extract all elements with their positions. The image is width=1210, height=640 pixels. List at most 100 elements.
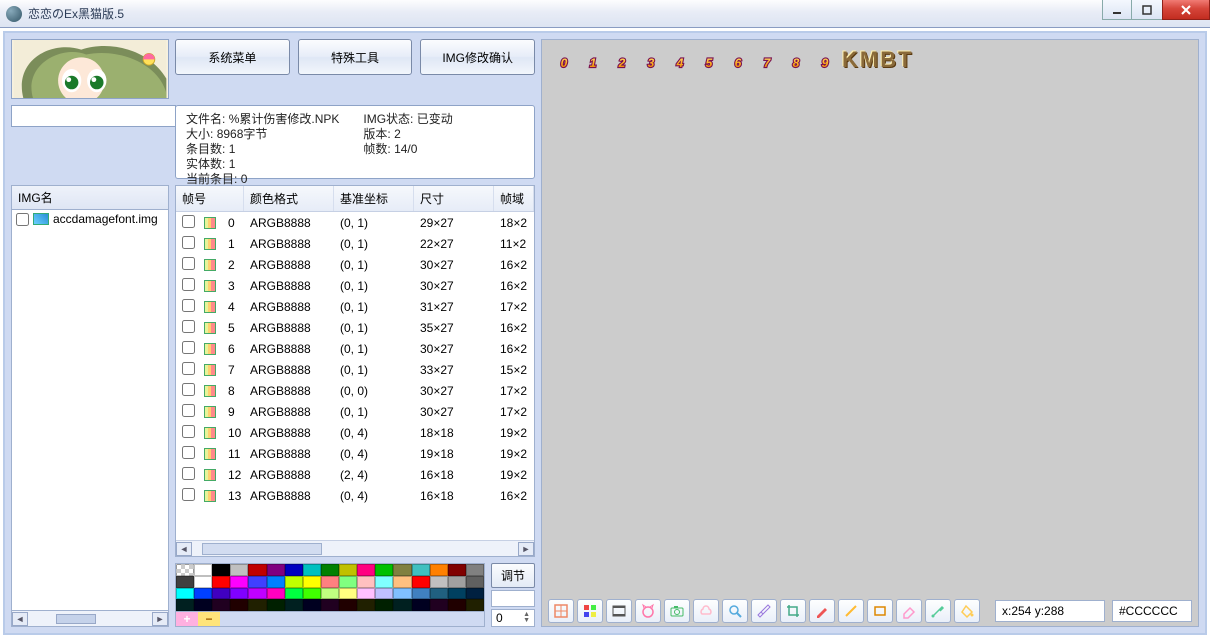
th-idx[interactable]: 帧号 bbox=[176, 186, 244, 211]
palette-swatch[interactable] bbox=[339, 599, 357, 611]
palette-swatch[interactable] bbox=[303, 599, 321, 611]
palette-swatch[interactable] bbox=[194, 599, 212, 611]
tool-bucket[interactable] bbox=[954, 599, 980, 623]
palette-swatch[interactable] bbox=[430, 564, 448, 576]
tool-pencil[interactable] bbox=[809, 599, 835, 623]
scroll-left-icon[interactable]: ◄ bbox=[12, 612, 28, 626]
palette-swatch[interactable] bbox=[448, 599, 466, 611]
tool-eraser[interactable] bbox=[896, 599, 922, 623]
find-input[interactable] bbox=[11, 105, 176, 127]
frame-row[interactable]: 0ARGB8888(0, 1)29×2718×2 bbox=[176, 212, 534, 233]
frame-row[interactable]: 4ARGB8888(0, 1)31×2717×2 bbox=[176, 296, 534, 317]
palette-swatch[interactable] bbox=[339, 564, 357, 576]
palette-swatch[interactable] bbox=[357, 564, 375, 576]
palette-swatch[interactable] bbox=[176, 599, 194, 611]
tool-line[interactable] bbox=[838, 599, 864, 623]
frame-row-checkbox[interactable] bbox=[182, 278, 195, 291]
frame-row[interactable]: 5ARGB8888(0, 1)35×2716×2 bbox=[176, 317, 534, 338]
frame-row[interactable]: 11ARGB8888(0, 4)19×1819×2 bbox=[176, 443, 534, 464]
th-fr[interactable]: 帧域 bbox=[494, 186, 534, 211]
window-minimize-button[interactable] bbox=[1102, 0, 1132, 20]
palette-swatch[interactable] bbox=[303, 588, 321, 600]
frame-row[interactable]: 13ARGB8888(0, 4)16×1816×2 bbox=[176, 485, 534, 506]
palette-spinner[interactable]: 0 ▲▼ bbox=[491, 609, 535, 627]
palette-swatch[interactable] bbox=[357, 576, 375, 588]
palette-swatch[interactable] bbox=[194, 588, 212, 600]
palette-swatch[interactable] bbox=[393, 588, 411, 600]
th-fmt[interactable]: 颜色格式 bbox=[244, 186, 334, 211]
palette-swatch[interactable] bbox=[321, 576, 339, 588]
frame-row-checkbox[interactable] bbox=[182, 362, 195, 375]
palette-swatch[interactable] bbox=[393, 564, 411, 576]
window-maximize-button[interactable] bbox=[1132, 0, 1162, 20]
tool-grid[interactable] bbox=[548, 599, 574, 623]
preview-canvas[interactable]: 0123456789KMBT x:254 y:288 #CCCCCC bbox=[541, 39, 1199, 627]
img-list-item[interactable]: accdamagefont.img bbox=[12, 210, 168, 228]
palette-swatch[interactable] bbox=[303, 576, 321, 588]
frame-row-checkbox[interactable] bbox=[182, 320, 195, 333]
palette-swatch[interactable] bbox=[448, 576, 466, 588]
palette-swatch[interactable] bbox=[375, 576, 393, 588]
palette-swatch[interactable] bbox=[285, 576, 303, 588]
palette-grid[interactable] bbox=[175, 563, 485, 612]
frame-row-checkbox[interactable] bbox=[182, 488, 195, 501]
palette-swatch[interactable] bbox=[466, 564, 484, 576]
frame-row-checkbox[interactable] bbox=[182, 404, 195, 417]
frame-row[interactable]: 1ARGB8888(0, 1)22×2711×2 bbox=[176, 233, 534, 254]
frame-row[interactable]: 3ARGB8888(0, 1)30×2716×2 bbox=[176, 275, 534, 296]
palette-swatch[interactable] bbox=[375, 564, 393, 576]
palette-swatch[interactable] bbox=[430, 599, 448, 611]
palette-swatch[interactable] bbox=[267, 576, 285, 588]
frame-row[interactable]: 9ARGB8888(0, 1)30×2717×2 bbox=[176, 401, 534, 422]
palette-swatch[interactable] bbox=[267, 564, 285, 576]
frame-row-checkbox[interactable] bbox=[182, 425, 195, 438]
tool-ruler[interactable] bbox=[751, 599, 777, 623]
palette-swatch[interactable] bbox=[248, 576, 266, 588]
palette-swatch[interactable] bbox=[430, 588, 448, 600]
palette-swatch[interactable] bbox=[303, 564, 321, 576]
frame-row-checkbox[interactable] bbox=[182, 215, 195, 228]
palette-swatch[interactable] bbox=[321, 599, 339, 611]
palette-swatch[interactable] bbox=[393, 599, 411, 611]
tool-film[interactable] bbox=[606, 599, 632, 623]
palette-swatch[interactable] bbox=[248, 588, 266, 600]
palette-swatch[interactable] bbox=[212, 564, 230, 576]
palette-swatch[interactable] bbox=[321, 588, 339, 600]
palette-swatch[interactable] bbox=[466, 588, 484, 600]
palette-swatch[interactable] bbox=[412, 564, 430, 576]
tool-cat[interactable] bbox=[635, 599, 661, 623]
palette-swatch[interactable] bbox=[230, 564, 248, 576]
tool-rect[interactable] bbox=[867, 599, 893, 623]
palette-swatch[interactable] bbox=[375, 599, 393, 611]
adjust-button[interactable]: 调节 bbox=[491, 563, 535, 588]
palette-swatch[interactable] bbox=[267, 599, 285, 611]
palette-swatch[interactable] bbox=[357, 588, 375, 600]
tool-zoom[interactable] bbox=[722, 599, 748, 623]
palette-swatch[interactable] bbox=[412, 599, 430, 611]
palette-swatch[interactable] bbox=[267, 588, 285, 600]
palette-swatch[interactable] bbox=[412, 576, 430, 588]
palette-swatch[interactable] bbox=[466, 599, 484, 611]
window-close-button[interactable] bbox=[1162, 0, 1210, 20]
img-confirm-button[interactable]: IMG修改确认 bbox=[420, 39, 535, 75]
tool-palette[interactable] bbox=[577, 599, 603, 623]
special-tools-button[interactable]: 特殊工具 bbox=[298, 39, 413, 75]
scroll-right-icon[interactable]: ► bbox=[518, 542, 534, 556]
palette-swatch[interactable] bbox=[375, 588, 393, 600]
frame-row[interactable]: 6ARGB8888(0, 1)30×2716×2 bbox=[176, 338, 534, 359]
spinner-down-icon[interactable]: ▼ bbox=[523, 618, 530, 624]
frame-row-checkbox[interactable] bbox=[182, 467, 195, 480]
palette-swatch[interactable] bbox=[285, 588, 303, 600]
palette-swatch[interactable] bbox=[357, 599, 375, 611]
palette-swatch[interactable] bbox=[448, 588, 466, 600]
palette-swatch[interactable] bbox=[194, 576, 212, 588]
system-menu-button[interactable]: 系统菜单 bbox=[175, 39, 290, 75]
frame-row-checkbox[interactable] bbox=[182, 236, 195, 249]
th-sz[interactable]: 尺寸 bbox=[414, 186, 494, 211]
tool-cloud[interactable] bbox=[693, 599, 719, 623]
scroll-left-icon[interactable]: ◄ bbox=[176, 542, 192, 556]
tool-crop[interactable] bbox=[780, 599, 806, 623]
palette-swatch[interactable] bbox=[230, 576, 248, 588]
palette-swatch[interactable] bbox=[466, 576, 484, 588]
palette-swatch[interactable] bbox=[212, 588, 230, 600]
